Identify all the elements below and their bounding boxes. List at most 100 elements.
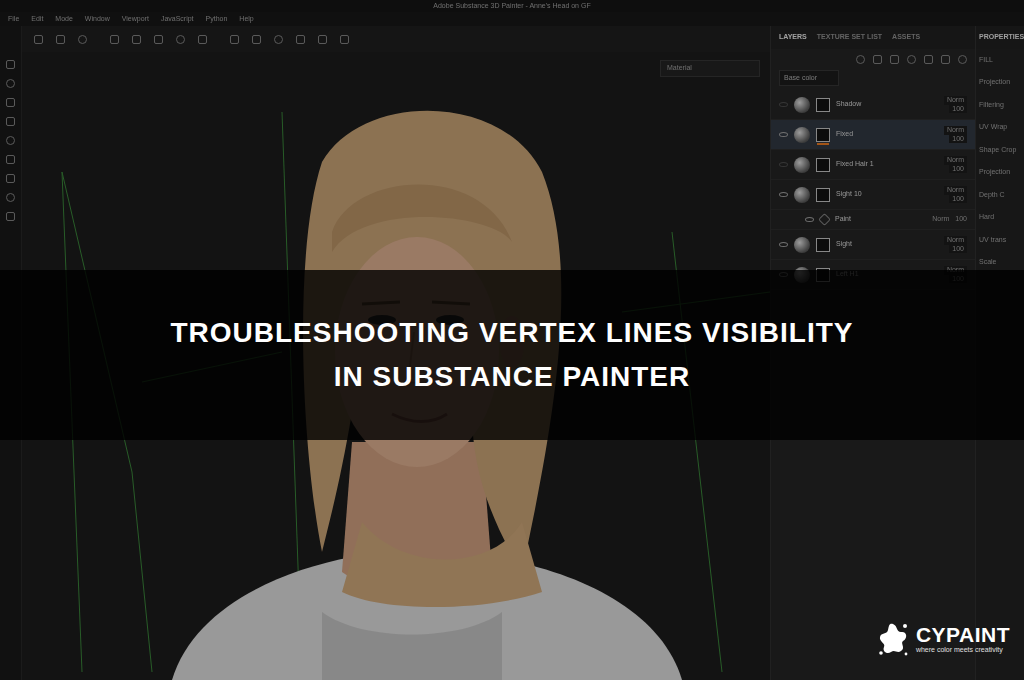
eye-icon[interactable] bbox=[779, 132, 788, 137]
logo-name: CYPAINT bbox=[916, 624, 1010, 645]
tool-icon[interactable] bbox=[318, 35, 327, 44]
layer-blend: Norm 100 bbox=[932, 214, 967, 225]
menu-item[interactable]: File bbox=[8, 12, 19, 26]
layer-name: Fixed bbox=[836, 129, 921, 140]
layer-mask bbox=[816, 158, 830, 172]
blend-mode[interactable]: Norm bbox=[932, 214, 949, 225]
eye-icon[interactable] bbox=[779, 162, 788, 167]
layer-opacity[interactable]: 100 bbox=[955, 214, 967, 225]
tool-icon[interactable] bbox=[6, 98, 15, 107]
layer-name: Shadow bbox=[836, 99, 921, 110]
layer-opacity[interactable]: 100 bbox=[949, 195, 967, 203]
tool-icon[interactable] bbox=[6, 174, 15, 183]
layer-name: Sight bbox=[836, 239, 921, 250]
tool-icon[interactable] bbox=[78, 35, 87, 44]
menu-item[interactable]: Mode bbox=[55, 12, 73, 26]
brush-icon bbox=[818, 213, 831, 226]
layer-row[interactable]: Paint Norm 100 bbox=[771, 210, 975, 230]
menu-item[interactable]: Python bbox=[206, 12, 228, 26]
eye-icon[interactable] bbox=[779, 102, 788, 107]
tool-icon[interactable] bbox=[56, 35, 65, 44]
property-label: Depth C bbox=[976, 184, 1024, 207]
eye-icon[interactable] bbox=[779, 242, 788, 247]
tool-icon[interactable] bbox=[132, 35, 141, 44]
layer-row[interactable]: Shadow Norm100 bbox=[771, 90, 975, 120]
menu-item[interactable]: Edit bbox=[31, 12, 43, 26]
layer-row[interactable]: Sight 10 Norm100 bbox=[771, 180, 975, 210]
panel-tabs: LAYERS TEXTURE SET LIST ASSETS bbox=[771, 26, 975, 49]
title-line: IN SUBSTANCE PAINTER bbox=[334, 358, 691, 396]
property-label: Shape Crop bbox=[976, 139, 1024, 162]
layer-blend: Norm100 bbox=[927, 186, 967, 203]
layer-opacity[interactable]: 100 bbox=[949, 245, 967, 253]
tool-icon[interactable] bbox=[154, 35, 163, 44]
logo-text: CYPAINTwhere color meets creativity bbox=[916, 624, 1010, 655]
tool-icon[interactable] bbox=[6, 155, 15, 164]
tool-icon[interactable] bbox=[296, 35, 305, 44]
panel-tab[interactable]: LAYERS bbox=[779, 32, 807, 43]
tool-icon[interactable] bbox=[6, 193, 15, 202]
property-label: FILL bbox=[976, 49, 1024, 72]
menu-item[interactable]: JavaScript bbox=[161, 12, 194, 26]
menu-item[interactable]: Help bbox=[239, 12, 253, 26]
layer-blend: Norm100 bbox=[927, 156, 967, 173]
tool-icon[interactable] bbox=[230, 35, 239, 44]
layer-opacity[interactable]: 100 bbox=[949, 105, 967, 113]
properties-title: PROPERTIES bbox=[976, 26, 1024, 49]
brand-logo[interactable]: CYPAINTwhere color meets creativity bbox=[876, 620, 1010, 658]
tool-icon[interactable] bbox=[6, 79, 15, 88]
layer-tool-icon[interactable] bbox=[856, 55, 865, 64]
selection-marker bbox=[817, 143, 829, 145]
property-label: Projection bbox=[976, 161, 1024, 184]
channel-dropdown[interactable]: Base color bbox=[779, 70, 839, 87]
layer-opacity[interactable]: 100 bbox=[949, 165, 967, 173]
layer-row[interactable]: Fixed Hair 1 Norm100 bbox=[771, 150, 975, 180]
property-label: Projection bbox=[976, 71, 1024, 94]
layer-mask bbox=[816, 128, 830, 142]
tool-icon[interactable] bbox=[6, 60, 15, 69]
layer-tool-icon[interactable] bbox=[907, 55, 916, 64]
blend-mode[interactable]: Norm bbox=[944, 156, 967, 164]
tool-icon[interactable] bbox=[6, 212, 15, 221]
window-title: Adobe Substance 3D Painter - Anne's Head… bbox=[0, 0, 1024, 12]
layer-tool-icon[interactable] bbox=[890, 55, 899, 64]
blend-mode[interactable]: Norm bbox=[944, 96, 967, 104]
layer-tool-icon[interactable] bbox=[873, 55, 882, 64]
layer-tool-icon[interactable] bbox=[941, 55, 950, 64]
tool-icon[interactable] bbox=[198, 35, 207, 44]
menu-item[interactable]: Window bbox=[85, 12, 110, 26]
panel-tab[interactable]: ASSETS bbox=[892, 32, 920, 43]
tool-icon[interactable] bbox=[274, 35, 283, 44]
layer-name: Sight 10 bbox=[836, 189, 921, 200]
property-label: UV Wrap bbox=[976, 116, 1024, 139]
layer-name: Paint bbox=[835, 214, 926, 225]
tool-icon[interactable] bbox=[6, 136, 15, 145]
layer-tool-icon[interactable] bbox=[958, 55, 967, 64]
tool-icon[interactable] bbox=[340, 35, 349, 44]
tool-icon[interactable] bbox=[110, 35, 119, 44]
tool-icon[interactable] bbox=[252, 35, 261, 44]
tool-icon[interactable] bbox=[34, 35, 43, 44]
tool-icon[interactable] bbox=[6, 117, 15, 126]
paint-splash-icon bbox=[876, 620, 910, 658]
eye-icon[interactable] bbox=[779, 192, 788, 197]
eye-icon[interactable] bbox=[805, 217, 814, 222]
layer-thumbnail bbox=[794, 157, 810, 173]
menu-bar: File Edit Mode Window Viewport JavaScript Pyth… bbox=[0, 12, 1024, 26]
property-label: Hard bbox=[976, 206, 1024, 229]
layer-opacity[interactable]: 100 bbox=[949, 135, 967, 143]
menu-item[interactable]: Viewport bbox=[122, 12, 149, 26]
layer-tool-icon[interactable] bbox=[924, 55, 933, 64]
layer-thumbnail bbox=[794, 127, 810, 143]
layer-blend: Norm100 bbox=[927, 96, 967, 113]
layer-row[interactable]: Sight Norm100 bbox=[771, 230, 975, 260]
layer-thumbnail bbox=[794, 97, 810, 113]
layer-row[interactable]: Fixed Norm100 bbox=[771, 120, 975, 150]
panel-tab[interactable]: TEXTURE SET LIST bbox=[817, 32, 882, 43]
tool-icon[interactable] bbox=[176, 35, 185, 44]
viewport-mode-dropdown[interactable]: Material bbox=[660, 60, 760, 77]
blend-mode[interactable]: Norm bbox=[944, 236, 967, 244]
layer-name: Fixed Hair 1 bbox=[836, 159, 921, 170]
blend-mode[interactable]: Norm bbox=[944, 126, 967, 134]
blend-mode[interactable]: Norm bbox=[944, 186, 967, 194]
